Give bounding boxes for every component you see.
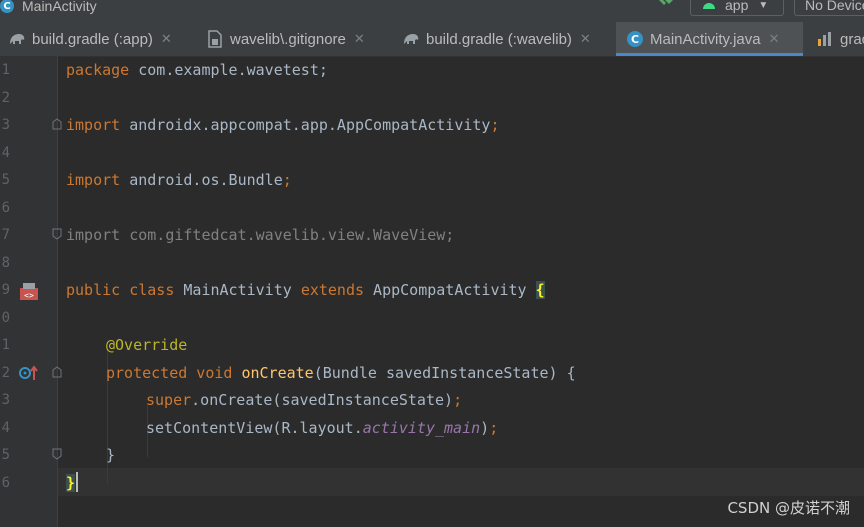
code-line-13: super.onCreate(savedInstanceState); [146,391,463,409]
title-bar: C MainActivity app ▼ No Devices [0,0,864,22]
line-number: 9 [1,282,10,298]
tab-build-gradle-app[interactable]: build.gradle (:app) ✕ [8,22,172,56]
code-line-14: setContentView(R.layout.activity_main); [146,419,499,437]
close-icon[interactable]: ✕ [161,31,172,47]
code-line-5: import android.os.Bundle; [66,171,292,189]
line-number: 8 [1,255,10,271]
tab-wavelib-gitignore[interactable]: wavelib\.gitignore ✕ [206,22,365,56]
line-number: 3 [1,392,10,408]
line-number: 5 [1,447,10,463]
watermark: CSDN @皮诺不潮 [727,499,850,517]
build-hammer-icon[interactable] [656,0,678,14]
window-title-group: C MainActivity [0,0,97,17]
activity-layout-icon[interactable]: <> [18,280,40,306]
editor-tabs: build.gradle (:app) ✕ wavelib\.gitignore… [0,22,864,57]
override-method-icon[interactable] [18,364,40,386]
device-dropdown[interactable]: No Devices [794,0,864,16]
tab-label: MainActivity.java [650,30,761,48]
line-number: 1 [1,62,10,78]
current-line-highlight [58,468,864,496]
code-line-15: } [106,446,116,464]
android-icon [701,0,717,13]
tab-label: wavelib\.gitignore [230,30,346,48]
line-number: 7 [1,227,10,243]
code-editor[interactable]: package com.example.wavetest; import and… [58,56,864,527]
gradle-elephant-icon [8,30,26,48]
run-config-dropdown[interactable]: app ▼ [690,0,784,16]
tab-label: build.gradle (:wavelib) [426,30,572,48]
line-number: 5 [1,172,10,188]
line-number: 0 [1,310,10,326]
svg-text:<>: <> [24,291,34,300]
tab-label: build.gradle (:app) [32,30,153,48]
code-line-1: package com.example.wavetest; [66,61,328,79]
code-line-3: import androidx.appcompat.app.AppCompatA… [66,116,500,134]
line-number: 4 [1,420,10,436]
editor-gutter: 1 2 3 4 5 6 7 8 9 0 1 2 3 4 5 6 <> [0,56,62,527]
tab-build-gradle-wavelib[interactable]: build.gradle (:wavelib) ✕ [402,22,591,56]
tab-mainactivity-java[interactable]: C MainActivity.java ✕ [616,22,803,56]
code-line-16: } [66,474,76,492]
close-icon[interactable]: ✕ [580,31,591,47]
gradle-chart-icon [816,30,834,48]
line-number: 6 [1,475,10,491]
text-caret [76,472,78,492]
code-line-11: @Override [106,336,188,354]
line-number: 3 [1,117,10,133]
java-class-icon: C [0,0,14,13]
code-line-9: public class MainActivity extends AppCom… [66,281,545,299]
code-line-12: protected void onCreate(Bundle savedInst… [106,364,576,382]
code-line-7-unused-import: import com.giftedcat.wavelib.view.WaveVi… [66,226,455,244]
chevron-down-icon: ▼ [758,0,769,11]
window-title: MainActivity [22,0,97,14]
line-number: 2 [1,365,10,381]
line-number: 6 [1,200,10,216]
close-icon[interactable]: ✕ [769,31,780,47]
gradle-elephant-icon [402,30,420,48]
line-number: 2 [1,90,10,106]
line-number: 4 [1,145,10,161]
run-config-label: app [725,0,749,13]
tab-label: grac [840,30,864,48]
tab-gradle-partial[interactable]: grac [816,22,864,56]
close-icon[interactable]: ✕ [354,31,365,47]
line-number: 1 [1,337,10,353]
java-class-icon: C [626,30,644,48]
gitignore-file-icon [206,30,224,48]
